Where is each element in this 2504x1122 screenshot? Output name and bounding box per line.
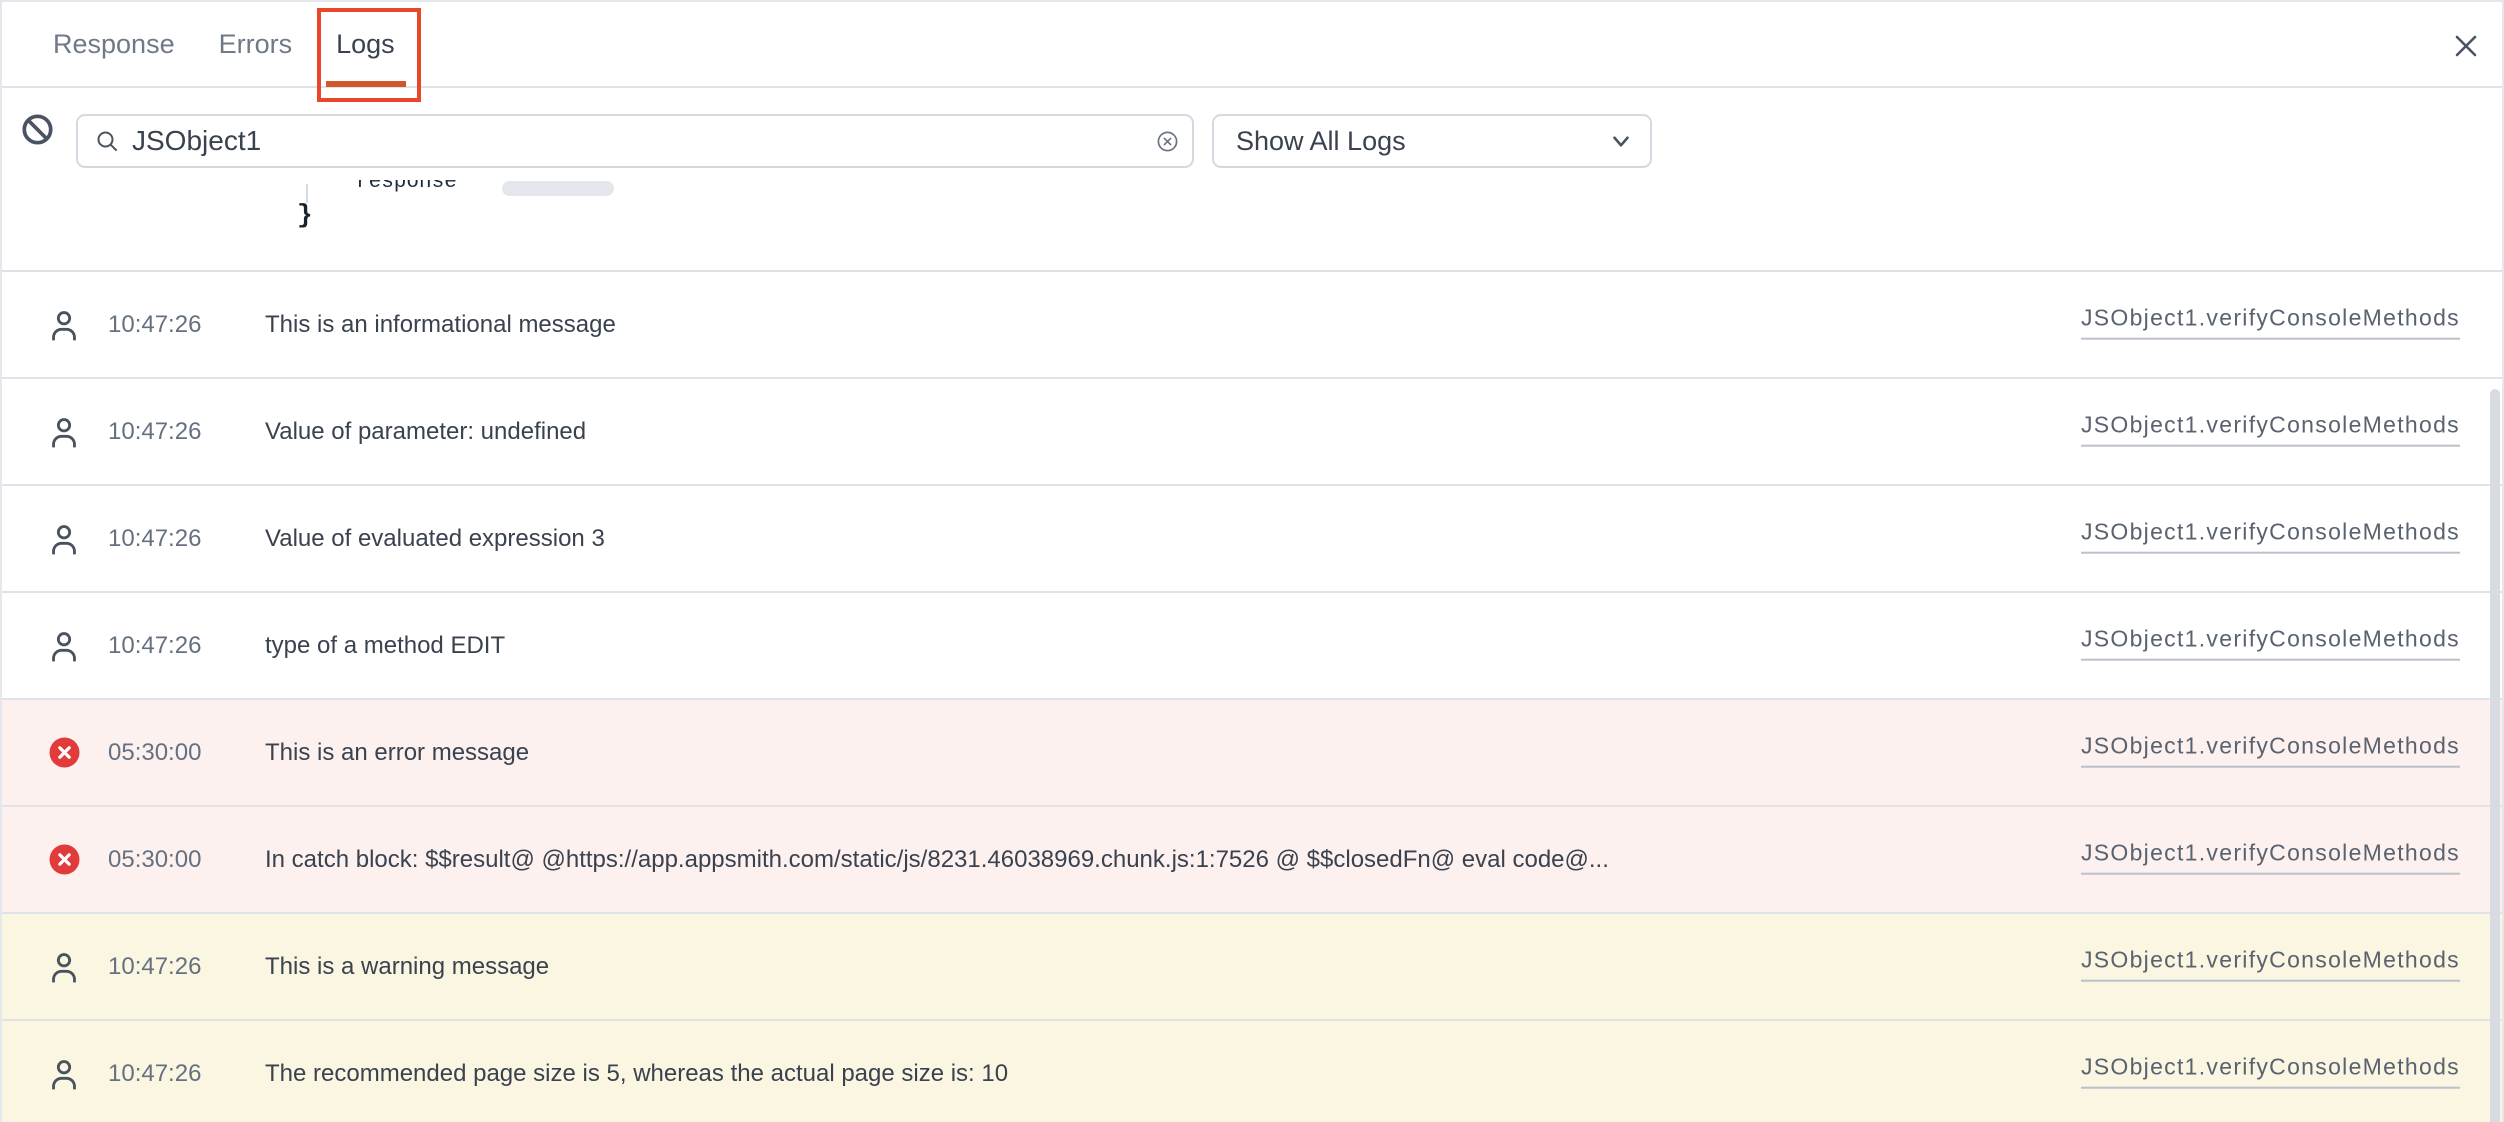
- log-list: 10:47:26 This is an informational messag…: [2, 272, 2502, 1122]
- tab-logs[interactable]: Logs: [336, 1, 395, 87]
- scrollbar-thumb[interactable]: [2490, 389, 2500, 1122]
- log-source-link[interactable]: JSObject1.verifyConsoleMethods: [2081, 625, 2460, 660]
- log-filter-selected-value: Show All Logs: [1236, 126, 1406, 157]
- user-icon: [49, 523, 79, 555]
- user-icon: [49, 951, 79, 983]
- search-icon: [95, 129, 119, 153]
- user-icon: [49, 416, 79, 448]
- log-message: The recommended page size is 5, whereas …: [265, 1060, 1008, 1088]
- log-message: This is an error message: [265, 739, 529, 767]
- debugger-panel: Response Errors Logs: [0, 0, 2504, 1122]
- close-button[interactable]: [2446, 26, 2486, 66]
- user-icon: [49, 630, 79, 662]
- user-icon: [49, 1058, 79, 1090]
- error-icon: [49, 737, 80, 768]
- log-row[interactable]: 10:47:26 The recommended page size is 5,…: [2, 1021, 2502, 1122]
- log-timestamp: 10:47:26: [108, 311, 201, 339]
- log-timestamp: 10:47:26: [108, 632, 201, 660]
- expanded-log-json-preview[interactable]: response }: [2, 180, 2502, 272]
- log-source-link[interactable]: JSObject1.verifyConsoleMethods: [2081, 839, 2460, 874]
- tab-response-label: Response: [53, 29, 175, 60]
- log-message: type of a method EDIT: [265, 632, 505, 660]
- close-icon: [2455, 35, 2477, 57]
- log-row[interactable]: 10:47:26 Value of evaluated expression 3…: [2, 486, 2502, 593]
- log-row[interactable]: 10:47:26 Value of parameter: undefined J…: [2, 379, 2502, 486]
- search-input[interactable]: [132, 125, 1156, 157]
- log-message: Value of parameter: undefined: [265, 418, 586, 446]
- log-timestamp: 10:47:26: [108, 953, 201, 981]
- log-timestamp: 05:30:00: [108, 846, 201, 874]
- log-filter-dropdown[interactable]: Show All Logs: [1212, 114, 1652, 168]
- user-icon: [49, 309, 79, 341]
- json-key-response: response: [356, 180, 457, 194]
- log-timestamp: 05:30:00: [108, 739, 201, 767]
- collapsed-value-pill: [502, 181, 614, 196]
- logs-filter-bar: Show All Logs: [2, 88, 2502, 180]
- log-source-link[interactable]: JSObject1.verifyConsoleMethods: [2081, 732, 2460, 767]
- log-timestamp: 10:47:26: [108, 525, 201, 553]
- log-message: This is an informational message: [265, 311, 616, 339]
- log-message: Value of evaluated expression 3: [265, 525, 605, 553]
- log-message: In catch block: $$result@ @https://app.a…: [265, 846, 1609, 874]
- log-row[interactable]: 05:30:00 In catch block: $$result@ @http…: [2, 807, 2502, 914]
- log-row[interactable]: 05:30:00 This is an error message JSObje…: [2, 700, 2502, 807]
- chevron-down-icon: [1608, 128, 1634, 154]
- tab-errors[interactable]: Errors: [219, 1, 293, 87]
- log-message: This is a warning message: [265, 953, 549, 981]
- clear-search-icon[interactable]: [1156, 130, 1179, 153]
- log-timestamp: 10:47:26: [108, 1060, 201, 1088]
- log-row[interactable]: 10:47:26 This is an informational messag…: [2, 272, 2502, 379]
- log-row[interactable]: 10:47:26 This is a warning message JSObj…: [2, 914, 2502, 1021]
- tab-response[interactable]: Response: [53, 1, 175, 87]
- debugger-tab-bar: Response Errors Logs: [2, 2, 2502, 88]
- log-source-link[interactable]: JSObject1.verifyConsoleMethods: [2081, 411, 2460, 446]
- tab-logs-label: Logs: [336, 29, 395, 60]
- log-source-link[interactable]: JSObject1.verifyConsoleMethods: [2081, 1053, 2460, 1088]
- active-tab-underline: [326, 81, 406, 87]
- ban-icon: [21, 113, 54, 146]
- log-search-box: [76, 114, 1194, 168]
- log-timestamp: 10:47:26: [108, 418, 201, 446]
- log-source-link[interactable]: JSObject1.verifyConsoleMethods: [2081, 946, 2460, 981]
- json-closing-brace: }: [297, 200, 313, 230]
- error-icon: [49, 844, 80, 875]
- log-source-link[interactable]: JSObject1.verifyConsoleMethods: [2081, 518, 2460, 553]
- clear-logs-button[interactable]: [18, 110, 56, 148]
- log-row[interactable]: 10:47:26 type of a method EDIT JSObject1…: [2, 593, 2502, 700]
- log-source-link[interactable]: JSObject1.verifyConsoleMethods: [2081, 304, 2460, 339]
- tab-errors-label: Errors: [219, 29, 293, 60]
